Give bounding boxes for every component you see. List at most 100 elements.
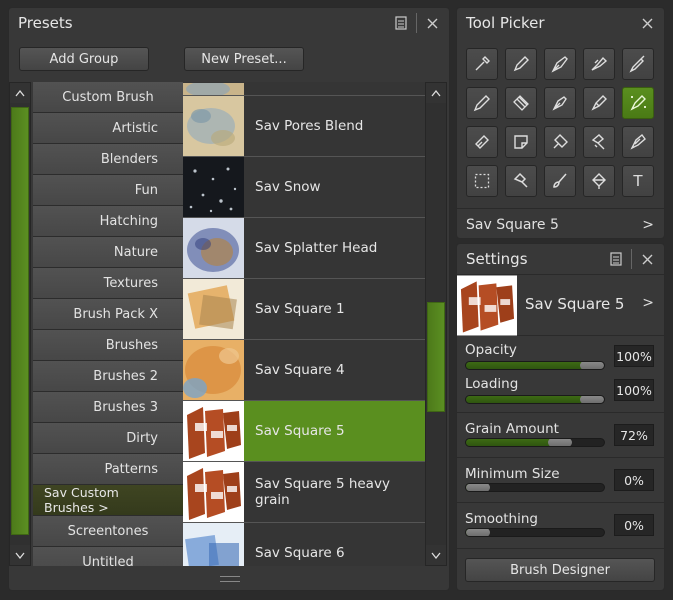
group-item[interactable]: Screentones (33, 516, 183, 547)
fill-bucket-icon[interactable] (583, 165, 615, 197)
group-item-selected[interactable]: Sav Custom Brushes > (33, 485, 183, 516)
preset-row[interactable] (183, 82, 425, 96)
chevron-right-icon[interactable]: > (642, 295, 654, 311)
preset-row[interactable]: Sav Square 1 (183, 279, 425, 340)
grain-amount-label: Grain Amount (465, 421, 559, 437)
preset-thumbnail (183, 82, 244, 95)
preset-row[interactable]: Sav Snow (183, 157, 425, 218)
opacity-slider[interactable] (465, 361, 605, 370)
settings-divider (457, 412, 664, 413)
minimum-size-value[interactable]: 0% (614, 469, 654, 491)
sparkle-brush-icon[interactable] (622, 87, 654, 119)
group-item[interactable]: Artistic (33, 113, 183, 144)
fountain-pen-icon[interactable] (544, 48, 576, 80)
group-item[interactable]: Untitled (33, 547, 183, 566)
preset-row[interactable]: Sav Square 4 (183, 340, 425, 401)
close-icon[interactable] (421, 12, 443, 34)
pencil-icon[interactable] (466, 87, 498, 119)
sticky-note-icon[interactable] (505, 126, 537, 158)
preset-name (244, 82, 255, 95)
scroll-up-arrow-icon[interactable] (426, 83, 446, 103)
eraser-icon[interactable] (466, 126, 498, 158)
scroll-down-arrow-icon[interactable] (10, 545, 30, 565)
group-item[interactable]: Custom Brush (33, 82, 183, 113)
group-item[interactable]: Blenders (33, 144, 183, 175)
document-menu-icon[interactable] (605, 248, 627, 270)
close-icon[interactable] (636, 248, 658, 270)
tool-picker-title: Tool Picker (466, 14, 545, 32)
brush-preview-row[interactable]: Sav Square 5 > (457, 274, 664, 336)
group-item[interactable]: Fun (33, 175, 183, 206)
header-separator (416, 13, 417, 33)
preset-row[interactable]: Sav Square 6 (183, 523, 425, 566)
minimum-size-slider[interactable] (465, 483, 605, 492)
smoothing-slider-knob[interactable] (466, 529, 490, 536)
scroll-up-arrow-icon[interactable] (10, 83, 30, 103)
opacity-value[interactable]: 100% (614, 345, 654, 367)
loading-slider-knob[interactable] (580, 396, 604, 403)
grain-amount-slider-knob[interactable] (548, 439, 573, 446)
marker-icon[interactable] (622, 48, 654, 80)
preset-name: Sav Snow (255, 179, 321, 195)
group-item[interactable]: Brushes (33, 330, 183, 361)
settings-divider (457, 457, 664, 458)
preset-row[interactable]: Sav Square 5 heavy grain (183, 462, 425, 523)
hammer-icon[interactable] (505, 165, 537, 197)
smoothing-value[interactable]: 0% (614, 514, 654, 536)
smoothing-slider[interactable] (465, 528, 605, 537)
smoothing-label: Smoothing (465, 511, 538, 527)
presets-title: Presets (18, 14, 73, 32)
minimum-size-slider-knob[interactable] (466, 484, 490, 491)
text-icon[interactable]: T (622, 165, 654, 197)
preset-scroll-thumb[interactable] (427, 302, 445, 412)
group-scroll-thumb[interactable] (11, 107, 29, 535)
brush-designer-button[interactable]: Brush Designer (465, 558, 655, 582)
pen-icon[interactable] (505, 48, 537, 80)
group-item[interactable]: Brushes 3 (33, 392, 183, 423)
diamond-eraser-icon[interactable] (544, 126, 576, 158)
preset-scrollbar[interactable] (425, 82, 447, 566)
loading-slider[interactable] (465, 395, 605, 404)
scroll-down-arrow-icon[interactable] (426, 545, 446, 565)
presets-panel: Presets Add Group New Preset... Custom B… (8, 7, 450, 591)
group-item[interactable]: Hatching (33, 206, 183, 237)
rocket-brush-icon[interactable] (583, 87, 615, 119)
preset-list: Sav Pores Blend Sav Snow Sav Splatter He… (183, 82, 425, 566)
document-menu-icon[interactable] (390, 12, 412, 34)
loading-value[interactable]: 100% (614, 379, 654, 401)
nib-icon[interactable] (544, 87, 576, 119)
current-tool-row[interactable]: Sav Square 5 > (457, 208, 664, 238)
airbrush-icon[interactable] (583, 48, 615, 80)
group-item[interactable]: Nature (33, 237, 183, 268)
knife-icon[interactable] (622, 126, 654, 158)
preset-thumbnail (183, 157, 244, 217)
add-group-button[interactable]: Add Group (19, 47, 149, 71)
hairdryer-icon[interactable] (583, 126, 615, 158)
resize-grip-icon[interactable] (220, 576, 240, 582)
brush-icon[interactable] (544, 165, 576, 197)
group-item[interactable]: Patterns (33, 454, 183, 485)
dropper-icon[interactable] (466, 48, 498, 80)
preset-name: Sav Square 5 heavy grain (255, 476, 390, 508)
close-icon[interactable] (636, 12, 658, 34)
preset-thumbnail (183, 96, 244, 156)
brush-preview-thumbnail (457, 275, 517, 336)
grain-amount-slider[interactable] (465, 438, 605, 447)
roller-icon[interactable] (505, 87, 537, 119)
preset-row[interactable]: Sav Splatter Head (183, 218, 425, 279)
group-item[interactable]: Dirty (33, 423, 183, 454)
marquee-icon[interactable] (466, 165, 498, 197)
group-item[interactable]: Textures (33, 268, 183, 299)
group-item[interactable]: Brush Pack X (33, 299, 183, 330)
new-preset-button[interactable]: New Preset... (184, 47, 304, 71)
preset-thumbnail (183, 340, 244, 400)
chevron-right-icon[interactable]: > (642, 217, 654, 233)
preset-row-selected[interactable]: Sav Square 5 (183, 401, 425, 462)
preset-row[interactable]: Sav Pores Blend (183, 96, 425, 157)
tool-grid: T (466, 48, 654, 197)
opacity-slider-knob[interactable] (580, 362, 604, 369)
group-item[interactable]: Brushes 2 (33, 361, 183, 392)
grain-amount-value[interactable]: 72% (614, 424, 654, 446)
group-scrollbar[interactable] (9, 82, 31, 566)
opacity-slider-fill (466, 362, 592, 369)
